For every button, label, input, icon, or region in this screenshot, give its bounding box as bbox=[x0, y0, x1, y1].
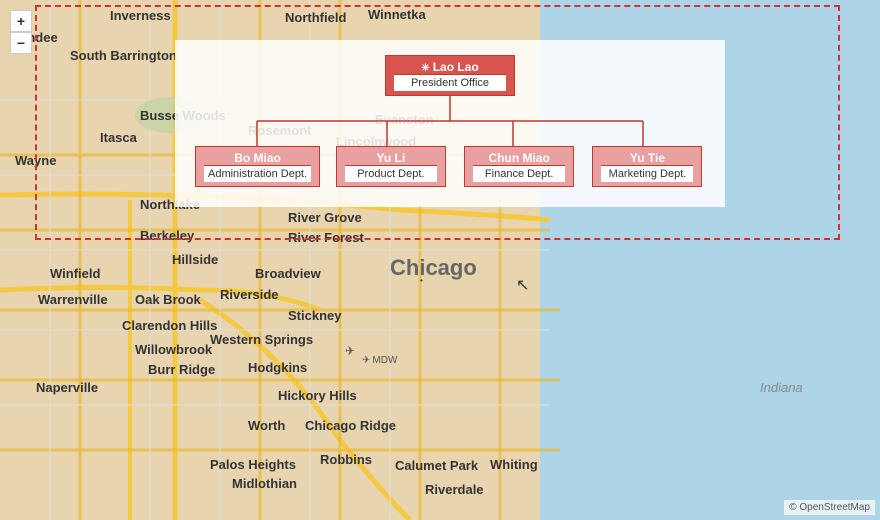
map-label-chicago-ridge: Chicago Ridge bbox=[305, 418, 396, 433]
org-child-node-0[interactable]: Bo Miao Administration Dept. bbox=[195, 146, 320, 187]
map-label-winfield: Winfield bbox=[50, 266, 100, 281]
chicago-dot: • bbox=[420, 276, 423, 285]
map-label-inverness: Inverness bbox=[110, 8, 171, 23]
map-label-northfield: Northfield bbox=[285, 10, 346, 25]
org-root-node[interactable]: ✳Lao Lao President Office bbox=[385, 55, 515, 96]
root-node-icon: ✳ bbox=[421, 63, 429, 74]
map-label-stickney: Stickney bbox=[288, 308, 341, 323]
map-label-river-forest: River Forest bbox=[288, 230, 364, 245]
child-node-dept-0: Administration Dept. bbox=[204, 165, 311, 182]
map-label-riverdale: Riverdale bbox=[425, 482, 484, 497]
zoom-in-button[interactable]: + bbox=[10, 10, 32, 32]
map-label-hickory-hills: Hickory Hills bbox=[278, 388, 357, 403]
map-label-wayne: Wayne bbox=[15, 153, 56, 168]
child-node-dept-1: Product Dept. bbox=[345, 165, 437, 182]
map-label-worth: Worth bbox=[248, 418, 285, 433]
child-node-name-2: Chun Miao bbox=[473, 151, 565, 165]
map-label-midlothian: Midlothian bbox=[232, 476, 297, 491]
child-node-box-0[interactable]: Bo Miao Administration Dept. bbox=[195, 146, 320, 187]
map-label-river-grove: River Grove bbox=[288, 210, 362, 225]
map-label-chicago: Chicago bbox=[390, 255, 477, 281]
map-label-robbins: Robbins bbox=[320, 452, 372, 467]
map-label-hillside: Hillside bbox=[172, 252, 218, 267]
map-label-itasca: Itasca bbox=[100, 130, 137, 145]
map-label-winnetka: Winnetka bbox=[368, 7, 426, 22]
map-label-hodgkins: Hodgkins bbox=[248, 360, 307, 375]
map-label-palos-heights: Palos Heights bbox=[210, 457, 296, 472]
map-label-warrenville: Warrenville bbox=[38, 292, 108, 307]
org-child-node-2[interactable]: Chun Miao Finance Dept. bbox=[462, 146, 577, 187]
map-label-oak-brook: Oak Brook bbox=[135, 292, 201, 307]
root-node-dept: President Office bbox=[394, 74, 506, 91]
map-label-calumet-park: Calumet Park bbox=[395, 458, 478, 473]
map-label-south-barrington: South Barrington bbox=[70, 48, 177, 63]
root-node-name: ✳Lao Lao bbox=[394, 60, 506, 74]
map-label-naperville: Naperville bbox=[36, 380, 98, 395]
org-children-row: Bo Miao Administration Dept. Yu Li Produ… bbox=[195, 146, 705, 187]
child-node-dept-2: Finance Dept. bbox=[473, 165, 565, 182]
zoom-controls: + − bbox=[10, 10, 32, 54]
child-node-name-0: Bo Miao bbox=[204, 151, 311, 165]
child-node-box-3[interactable]: Yu Tie Marketing Dept. bbox=[592, 146, 702, 187]
map-label-western-springs: Western Springs bbox=[210, 332, 313, 347]
child-node-box-1[interactable]: Yu Li Product Dept. bbox=[336, 146, 446, 187]
svg-text:✈: ✈ bbox=[345, 344, 355, 358]
map-label-burr-ridge: Burr Ridge bbox=[148, 362, 215, 377]
root-node-box[interactable]: ✳Lao Lao President Office bbox=[385, 55, 515, 96]
org-root-row: ✳Lao Lao President Office bbox=[195, 55, 705, 96]
org-connector-svg bbox=[195, 96, 705, 146]
map-label-broadview: Broadview bbox=[255, 266, 321, 281]
map-label-whiting: Whiting bbox=[490, 457, 538, 472]
attribution: © OpenStreetMap bbox=[784, 500, 875, 515]
org-child-node-3[interactable]: Yu Tie Marketing Dept. bbox=[590, 146, 705, 187]
org-child-node-1[interactable]: Yu Li Product Dept. bbox=[333, 146, 448, 187]
child-node-name-3: Yu Tie bbox=[601, 151, 693, 165]
map-label-berkeley: Berkeley bbox=[140, 228, 194, 243]
map-label-clarendon-hills: Clarendon Hills bbox=[122, 318, 217, 333]
org-chart: ✳Lao Lao President Office Bo Miao Admini… bbox=[175, 40, 725, 207]
child-node-dept-3: Marketing Dept. bbox=[601, 165, 693, 182]
map-label-mdw: ✈MDW bbox=[362, 355, 397, 366]
map-label-willowbrook: Willowbrook bbox=[135, 342, 212, 357]
child-node-box-2[interactable]: Chun Miao Finance Dept. bbox=[464, 146, 574, 187]
map-label-riverside: Riverside bbox=[220, 287, 279, 302]
zoom-out-button[interactable]: − bbox=[10, 32, 32, 54]
child-node-name-1: Yu Li bbox=[345, 151, 437, 165]
